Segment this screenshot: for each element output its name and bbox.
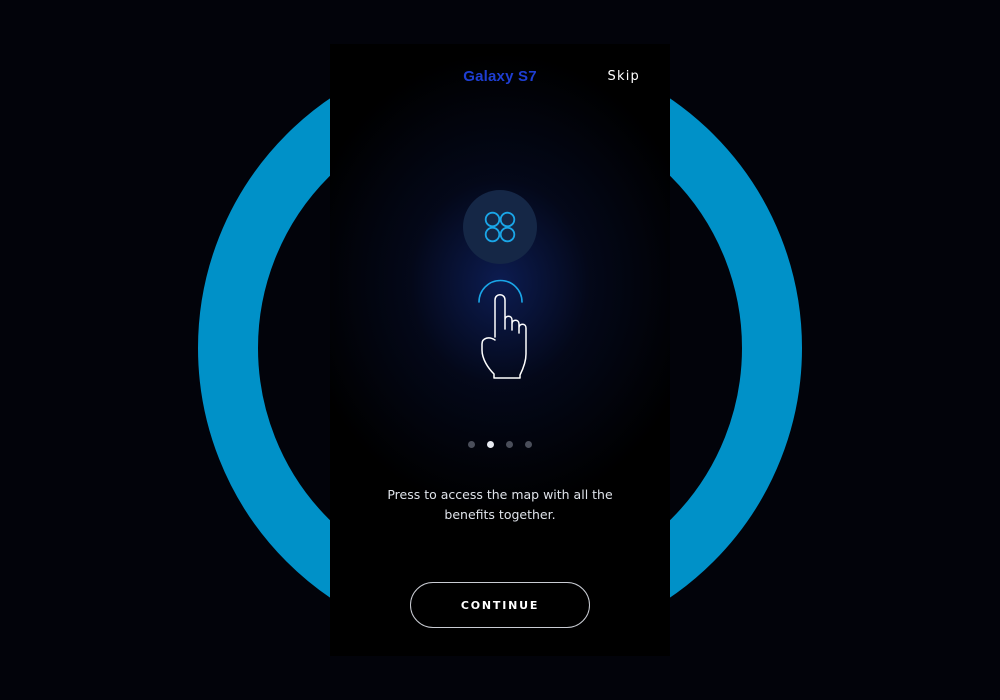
page-dot-3[interactable] [506, 441, 513, 448]
apps-grid-icon [463, 190, 537, 264]
page-dot-4[interactable] [525, 441, 532, 448]
page-dot-1[interactable] [468, 441, 475, 448]
description-text: Press to access the map with all the ben… [387, 487, 613, 522]
phone-frame: Galaxy S7 Skip Press to access the map w… [330, 44, 670, 656]
onboarding-screen: Galaxy S7 Skip Press to access the map w… [0, 0, 1000, 700]
skip-button[interactable]: Skip [608, 69, 640, 84]
continue-button[interactable]: CONTINUE [410, 582, 590, 628]
pagination-dots [330, 441, 670, 448]
page-dot-2-active[interactable] [487, 441, 494, 448]
hand-tap-icon [472, 272, 542, 388]
